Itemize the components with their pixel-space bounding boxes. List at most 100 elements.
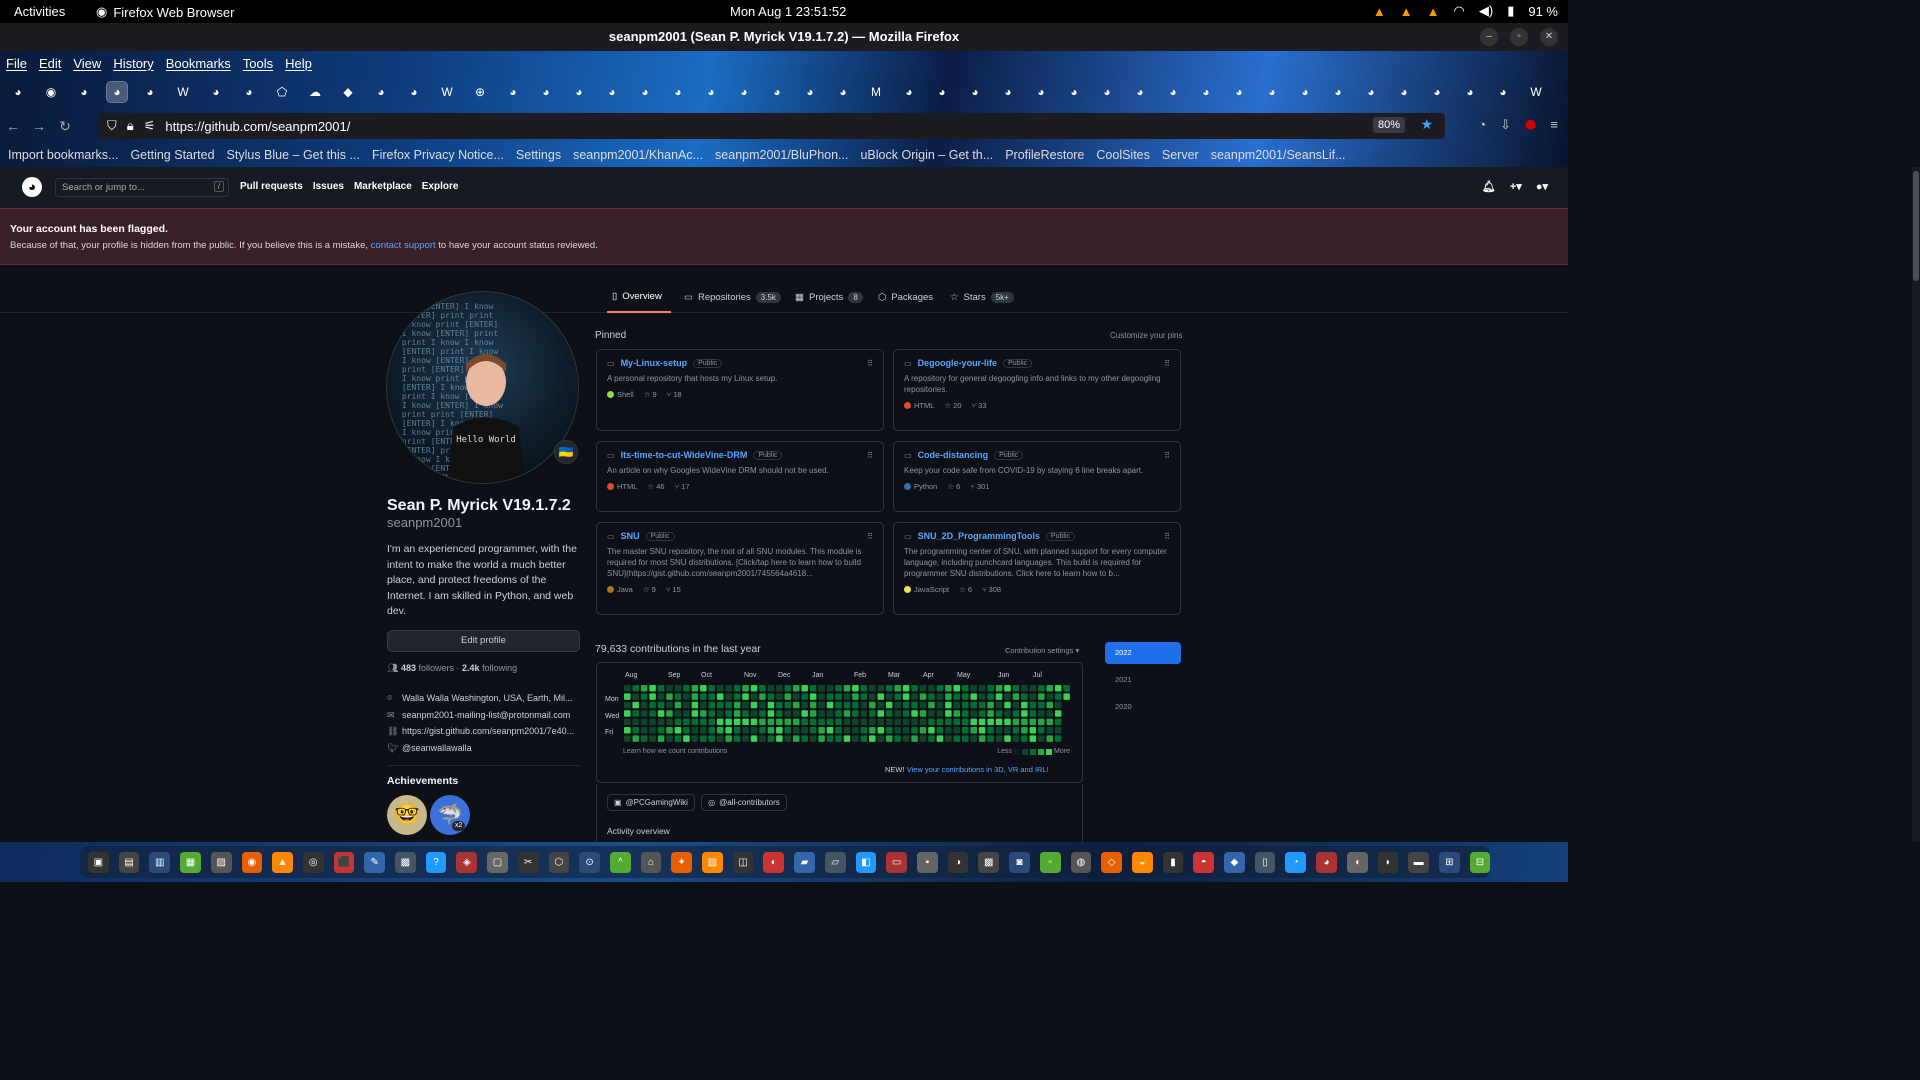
browser-tab[interactable]: ◕ [1460, 82, 1480, 102]
contribution-cell[interactable] [818, 727, 825, 734]
browser-tab[interactable]: ◕ [1031, 82, 1051, 102]
contribution-cell[interactable] [936, 693, 944, 700]
contribution-cell[interactable] [869, 735, 876, 742]
contribution-cell[interactable] [632, 718, 639, 726]
browser-tab[interactable]: ◕ [1328, 82, 1348, 102]
dock-app-icon[interactable]: ▰ [794, 851, 815, 873]
contribution-cell[interactable] [657, 735, 665, 742]
contribution-cell[interactable] [700, 710, 707, 717]
contribution-cell[interactable] [666, 693, 673, 700]
year-2021[interactable]: 2021 [1105, 669, 1181, 691]
contribution-cell[interactable] [970, 701, 977, 709]
contribution-cell[interactable] [793, 685, 800, 692]
contribution-cell[interactable] [624, 685, 631, 692]
dock-app-icon[interactable]: ? [425, 851, 447, 873]
contribution-cell[interactable] [1038, 701, 1045, 709]
browser-tab[interactable]: ◕ [1361, 82, 1381, 102]
scrollbar-thumb[interactable] [1913, 171, 1919, 281]
contribution-cell[interactable] [632, 693, 639, 700]
contribution-cell[interactable] [919, 685, 927, 692]
browser-tab[interactable]: ◕ [1295, 82, 1315, 102]
contribution-cell[interactable] [801, 685, 808, 692]
contribution-cell[interactable] [793, 701, 800, 709]
contribution-cell[interactable] [1004, 693, 1011, 700]
contribution-cell[interactable] [995, 735, 1003, 742]
drag-handle-icon[interactable]: ⠿ [1164, 359, 1170, 368]
contribution-cell[interactable] [640, 685, 648, 692]
contribution-cell[interactable] [902, 735, 910, 742]
contribution-cell[interactable] [894, 693, 901, 700]
contribution-cell[interactable] [725, 727, 732, 734]
contribution-cell[interactable] [928, 735, 935, 742]
bookmark-item[interactable]: Settings [516, 148, 561, 162]
contribution-cell[interactable] [902, 727, 910, 734]
contribution-cell[interactable] [826, 693, 834, 700]
learn-contributions-link[interactable]: Learn how we count contributions [623, 748, 727, 755]
contribution-cell[interactable] [733, 693, 741, 700]
contribution-cell[interactable] [767, 701, 775, 709]
contribution-cell[interactable] [1054, 710, 1062, 717]
contribution-cell[interactable] [962, 718, 969, 726]
contribution-cell[interactable] [945, 735, 952, 742]
dock-app-icon[interactable]: ◧ [855, 851, 877, 873]
contribution-cell[interactable] [649, 710, 656, 717]
contribution-cell[interactable] [826, 735, 834, 742]
contribution-cell[interactable] [1012, 710, 1020, 717]
contribution-cell[interactable] [869, 685, 876, 692]
contribution-cell[interactable] [776, 685, 783, 692]
dock-app-icon[interactable]: ✎ [364, 851, 386, 873]
dock-app-icon[interactable]: ⬛ [333, 851, 355, 873]
contribution-cell[interactable] [733, 701, 741, 709]
contribution-cell[interactable] [733, 710, 741, 717]
contribution-cell[interactable] [632, 685, 639, 692]
contribution-cell[interactable] [708, 701, 716, 709]
contribution-cell[interactable] [852, 727, 859, 734]
contribution-cell[interactable] [869, 693, 876, 700]
contribution-cell[interactable] [919, 710, 927, 717]
browser-tab[interactable]: ◕ [701, 82, 721, 102]
tab-packages[interactable]: ⬡ Packages [878, 282, 933, 313]
contribution-cell[interactable] [919, 718, 927, 726]
contribution-cell[interactable] [1063, 693, 1070, 700]
contribution-cell[interactable] [700, 735, 707, 742]
contribution-cell[interactable] [809, 727, 817, 734]
url-bar[interactable]: ⛉ 🔒︎ ⚟ https://github.com/seanpm2001/ 80… [97, 113, 1445, 139]
contribution-cell[interactable] [894, 718, 901, 726]
menu-bookmarks[interactable]: Bookmarks [166, 56, 231, 71]
contribution-cell[interactable] [674, 693, 682, 700]
contribution-cell[interactable] [1012, 735, 1020, 742]
contribution-cell[interactable] [978, 693, 986, 700]
contribution-cell[interactable] [945, 701, 952, 709]
contribution-cell[interactable] [784, 735, 792, 742]
contribution-cell[interactable] [1046, 693, 1054, 700]
year-2022[interactable]: 2022 [1105, 642, 1181, 664]
contribution-cell[interactable] [1046, 685, 1054, 692]
close-button[interactable]: ✕ [1540, 28, 1558, 46]
contribution-cell[interactable] [776, 718, 783, 726]
dock-app-icon[interactable]: ✂ [517, 851, 539, 873]
contribution-cell[interactable] [767, 718, 775, 726]
contribution-cell[interactable] [700, 718, 707, 726]
contribution-cell[interactable] [962, 727, 969, 734]
contribution-cell[interactable] [649, 685, 656, 692]
contribution-cell[interactable] [809, 735, 817, 742]
contribution-cell[interactable] [911, 685, 918, 692]
contribution-cell[interactable] [674, 710, 682, 717]
contribution-cell[interactable] [1004, 685, 1011, 692]
contribution-cell[interactable] [733, 735, 741, 742]
contribution-cell[interactable] [835, 735, 842, 742]
contribution-cell[interactable] [995, 685, 1003, 692]
contribution-cell[interactable] [640, 718, 648, 726]
contribution-cell[interactable] [657, 727, 665, 734]
contribution-cell[interactable] [793, 718, 800, 726]
repo-forks[interactable]: ⑂ 301 [970, 482, 989, 491]
contribution-cell[interactable] [801, 735, 808, 742]
contribution-cell[interactable] [733, 727, 741, 734]
contribution-cell[interactable] [953, 718, 961, 726]
dock-app-icon[interactable]: ◑ [947, 851, 969, 873]
contribution-cell[interactable] [1029, 710, 1037, 717]
contribution-cell[interactable] [818, 718, 825, 726]
contribution-cell[interactable] [784, 718, 792, 726]
contribution-cell[interactable] [632, 727, 639, 734]
contribution-cell[interactable] [691, 701, 699, 709]
